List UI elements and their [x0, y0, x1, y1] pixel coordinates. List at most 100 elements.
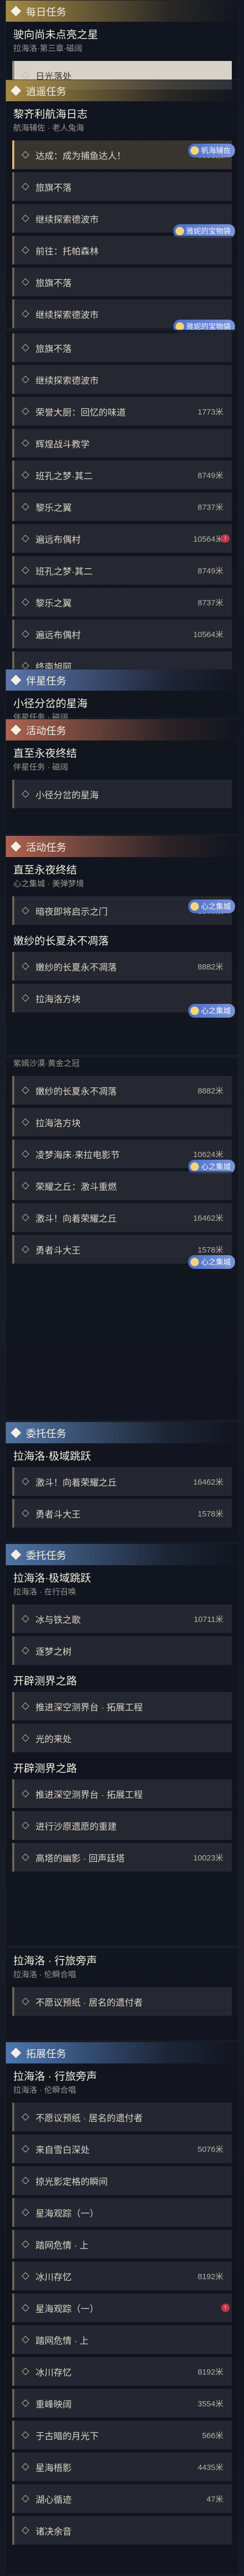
step-diamond-icon [21, 2113, 30, 2121]
step-label: 星海观踪（一） [36, 2304, 99, 2314]
step-label: 班孔之梦·其二 [36, 471, 93, 481]
alert-icon: ! [221, 2304, 230, 2312]
quest-step-item[interactable]: 不愿议预纸 · 居名的遗付者 [12, 2103, 232, 2131]
quest-step-item[interactable]: 踏网危情 · 上 [12, 2325, 232, 2354]
event-badge[interactable]: 心之集城 [188, 899, 235, 913]
quest-step-item[interactable]: 前往：托帕森林 [12, 236, 232, 264]
step-label: 旅旗不落 [36, 278, 72, 288]
quest-step-item[interactable]: 继续探索德波市 [12, 365, 232, 394]
badge-star-icon [190, 902, 199, 911]
quest-step-item[interactable]: 班孔之梦·其二 8749米 [12, 556, 232, 585]
section-header[interactable]: 逍遥任务 [6, 80, 238, 101]
quest-step-item[interactable]: 继续探索德波市 雅妮的宝物袋 [12, 204, 235, 238]
step-diamond-icon [21, 598, 30, 606]
quest-step-item[interactable]: 星海梧影 4435米 [12, 2453, 232, 2481]
quest-title[interactable]: 拉海洛 · 行旅旁声 [6, 2063, 238, 2084]
quest-location: 伴星任务 · 磁阔 [13, 763, 68, 772]
quest-step-item[interactable]: 激斗！向着荣耀之丘 16462米 [12, 1467, 232, 1496]
quest-title[interactable]: 驶向尚未点亮之星 [6, 22, 238, 42]
quest-step-item[interactable]: 推进深空测界台 · 拓展工程 [12, 1779, 232, 1808]
quest-title[interactable]: 小径分岔的星海 [6, 691, 238, 711]
step-diamond-icon [21, 1150, 30, 1158]
quest-step-item[interactable]: 进行沙原遗愿的重建 [12, 1811, 232, 1840]
quest-step-item[interactable]: 凌梦海床·来拉电影节 10624米 心之集城 [12, 1140, 235, 1174]
step-diamond-icon [21, 1789, 30, 1798]
step-label: 遍远布偶村 [36, 630, 81, 640]
quest-step-item[interactable]: 遍远布偶村 10564米! [12, 524, 232, 553]
quest-step-item[interactable]: 旅旗不落 [12, 172, 232, 201]
quest-step-item[interactable]: 高塔的幽影 · 回声廷塔 10023米 [12, 1843, 232, 1872]
quest-step-item[interactable]: 嫩纱的长夏永不凋落 8882米 [12, 952, 232, 981]
quest-step-item[interactable]: 荣耀之丘：激斗重燃 [12, 1171, 232, 1200]
step-distance: 8192米 [197, 2272, 223, 2281]
section-header[interactable]: 每日任务 [6, 1, 238, 22]
quest-subtitle[interactable]: 嫩纱的长夏永不凋落 [6, 928, 238, 949]
quest-step-item[interactable]: 星海观踪（一） [12, 2198, 232, 2227]
section-header[interactable]: 活动任务 [6, 836, 238, 857]
quest-title[interactable]: 直至永夜终结 [6, 857, 238, 878]
quest-step-item[interactable]: 嫩纱的长夏永不凋落 8882米 [12, 1076, 232, 1105]
quest-title[interactable]: 黎齐利航海日志 [6, 101, 238, 122]
quest-step-item[interactable]: 达成：成为捕鱼达人！6655米帆海辅佐 [12, 140, 235, 169]
quest-step-item[interactable]: 冰川存忆 8192米 [12, 2357, 232, 2386]
quest-step-item[interactable]: 暗夜即将启示之门1869米心之集城 [12, 896, 235, 925]
quest-step-item[interactable]: 班孔之梦·其二 8749米 [12, 461, 232, 489]
quest-step-item[interactable]: 勇者斗大王 1578米 心之集城 [12, 1235, 235, 1269]
quest-step-item[interactable]: 激斗！向着荣耀之丘 16462米 [12, 1203, 232, 1232]
quest-step-item[interactable]: 拉海洛方块 [12, 1108, 232, 1136]
quest-step-item[interactable]: 重峰映阔 3554米 [12, 2389, 232, 2418]
quest-step-item[interactable]: 继续探索德波市 雅妮的宝物袋 [12, 299, 235, 333]
section-header[interactable]: 委托任务 [6, 1544, 238, 1565]
quest-subtitle[interactable]: 开辟测界之路 [6, 1668, 238, 1689]
step-label: 遍远布偶村 [36, 534, 81, 545]
quest-step-item[interactable]: 冰川存忆 8192米 [12, 2262, 232, 2290]
step-label: 冰川存忆 [36, 2272, 72, 2282]
quest-title[interactable]: 直至永夜终结 [6, 740, 238, 761]
quest-title[interactable]: 拉海洛·极域跳跃 [6, 1565, 238, 1586]
step-label: 于古暗的月光下 [36, 2431, 99, 2441]
badge-star-icon [190, 146, 199, 155]
event-badge[interactable]: 心之集城 [188, 1004, 235, 1018]
step-label: 冰川存忆 [36, 2367, 72, 2378]
step-diamond-icon [21, 661, 30, 670]
step-diamond-icon [21, 962, 30, 971]
quest-step-item[interactable]: 冰与铁之歌 10711米 [12, 1604, 232, 1633]
quest-step-item[interactable]: 不愿议预纸 · 居名的遗付者 [12, 1987, 232, 2016]
quest-step-item[interactable]: 于古暗的月光下 566米 [12, 2421, 232, 2449]
quest-title[interactable]: 拉海洛·极域跳跃 [6, 1443, 238, 1464]
badge-label: 雅妮的宝物袋 [186, 227, 231, 235]
quest-step-item[interactable]: 踏网危情 · 上 [12, 2230, 232, 2259]
quest-step-item[interactable]: 黎乐之翼 8737米 [12, 492, 232, 521]
quest-step-item[interactable]: 湖心循迹 47米 [12, 2484, 232, 2513]
quest-step-item[interactable]: 逐梦之树 [12, 1636, 232, 1665]
step-diamond-icon [21, 1477, 30, 1486]
quest-step-item[interactable]: 小径分岔的星海 [12, 780, 232, 808]
quest-step-item[interactable]: 来自雪白深处 5076米 [12, 2134, 232, 2163]
quest-step-item[interactable]: 光的来处 [12, 1724, 232, 1752]
quest-title[interactable]: 拉海洛 · 行旅旁声 [6, 1948, 238, 1969]
quest-step-item[interactable]: 拉海洛方块 心之集城 [12, 984, 235, 1018]
step-diamond-icon [21, 1118, 30, 1126]
section-header[interactable]: 委托任务 [6, 1422, 238, 1443]
quest-step-item[interactable]: 辉煌战斗教学 [12, 429, 232, 457]
step-distance: 3554米 [197, 2399, 223, 2409]
section-header[interactable]: 活动任务 [6, 719, 238, 740]
quest-step-item[interactable]: 掠光影定格的瞬间 [12, 2166, 232, 2195]
quest-step-item[interactable]: 黎乐之翼 8737米 [12, 588, 232, 616]
quest-location: 拉海洛 · 在行召唤 [13, 1587, 76, 1596]
quest-step-item[interactable]: 旅旗不落 [12, 333, 232, 362]
section-header[interactable]: 伴星任务 [6, 669, 238, 691]
step-label: 黎乐之翼 [36, 598, 72, 608]
section-header[interactable]: 拓展任务 [6, 2042, 238, 2063]
quest-step-item[interactable]: 旅旗不落 [12, 268, 232, 296]
quest-subtitle[interactable]: 开辟测界之路 [6, 1755, 238, 1776]
event-badge[interactable]: 心之集城 [188, 1255, 235, 1269]
quest-step-item[interactable]: 荣誉大厨：回忆的味道 1773米 [12, 397, 232, 426]
quest-step-item[interactable]: 勇者斗大王 1578米 [12, 1499, 232, 1528]
quest-step-item[interactable]: 诸决余音 [12, 2516, 232, 2545]
step-label: 诸决余音 [36, 2526, 72, 2537]
quest-step-item[interactable]: 遍远布偶村 10564米 [12, 620, 232, 648]
quest-step-item[interactable]: 星海观踪（一）! [12, 2293, 232, 2322]
quest-step-item[interactable]: 推进深空测界台 · 拓展工程 [12, 1692, 232, 1721]
event-badge[interactable]: 帆海辅佐 [188, 144, 235, 157]
